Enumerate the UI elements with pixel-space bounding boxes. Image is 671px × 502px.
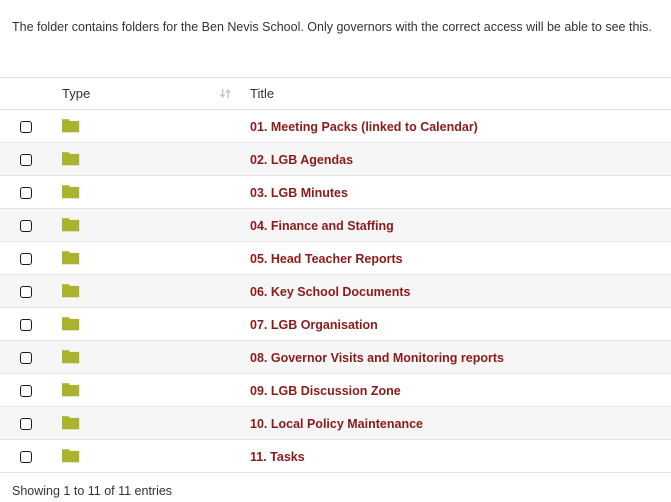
table-row[interactable]: 01. Meeting Packs (linked to Calendar) bbox=[0, 109, 671, 143]
row-type-cell bbox=[52, 406, 242, 440]
column-header-title-label: Title bbox=[250, 86, 275, 101]
table-row[interactable]: 02. LGB Agendas bbox=[0, 142, 671, 176]
folder-icon bbox=[62, 382, 82, 398]
row-title-cell[interactable]: 02. LGB Agendas bbox=[242, 142, 671, 176]
row-title-cell[interactable]: 06. Key School Documents bbox=[242, 274, 671, 308]
row-checkbox[interactable] bbox=[20, 418, 32, 431]
row-title-cell[interactable]: 01. Meeting Packs (linked to Calendar) bbox=[242, 109, 671, 143]
table-row[interactable]: 10. Local Policy Maintenance bbox=[0, 406, 671, 440]
table-row[interactable]: 06. Key School Documents bbox=[0, 274, 671, 308]
row-select-cell[interactable] bbox=[0, 340, 52, 374]
row-type-cell bbox=[52, 439, 242, 473]
row-title-cell[interactable]: 03. LGB Minutes bbox=[242, 175, 671, 209]
row-title-cell[interactable]: 09. LGB Discussion Zone bbox=[242, 373, 671, 407]
row-select-cell[interactable] bbox=[0, 406, 52, 440]
row-select-cell[interactable] bbox=[0, 109, 52, 143]
row-title-cell[interactable]: 10. Local Policy Maintenance bbox=[242, 406, 671, 440]
column-header-type[interactable]: Type bbox=[52, 77, 242, 110]
table-header: Type Title bbox=[0, 77, 671, 110]
column-header-select bbox=[0, 77, 52, 110]
folder-title-link[interactable]: 10. Local Policy Maintenance bbox=[250, 417, 423, 431]
datatable-container: Type Title 01. Meeting Packs (linked to … bbox=[0, 77, 671, 473]
folder-title-link[interactable]: 08. Governor Visits and Monitoring repor… bbox=[250, 351, 504, 365]
table-row[interactable]: 04. Finance and Staffing bbox=[0, 208, 671, 242]
row-checkbox[interactable] bbox=[20, 187, 32, 200]
row-type-cell bbox=[52, 274, 242, 308]
folder-title-link[interactable]: 04. Finance and Staffing bbox=[250, 219, 394, 233]
table-row[interactable]: 09. LGB Discussion Zone bbox=[0, 373, 671, 407]
row-checkbox[interactable] bbox=[20, 121, 32, 134]
folder-title-link[interactable]: 01. Meeting Packs (linked to Calendar) bbox=[250, 120, 478, 134]
folder-icon bbox=[62, 283, 82, 299]
folder-icon bbox=[62, 448, 82, 464]
row-type-cell bbox=[52, 142, 242, 176]
intro-description: The folder contains folders for the Ben … bbox=[12, 19, 652, 34]
folder-icon bbox=[62, 118, 82, 134]
folder-icon bbox=[62, 316, 82, 332]
folder-title-link[interactable]: 05. Head Teacher Reports bbox=[250, 252, 403, 266]
folder-title-link[interactable]: 03. LGB Minutes bbox=[250, 186, 348, 200]
row-type-cell bbox=[52, 208, 242, 242]
row-type-cell bbox=[52, 373, 242, 407]
row-title-cell[interactable]: 08. Governor Visits and Monitoring repor… bbox=[242, 340, 671, 374]
table-header-row: Type Title bbox=[0, 77, 671, 110]
row-checkbox[interactable] bbox=[20, 286, 32, 299]
column-header-title[interactable]: Title bbox=[242, 77, 671, 110]
row-type-cell bbox=[52, 175, 242, 209]
row-select-cell[interactable] bbox=[0, 307, 52, 341]
folders-table: Type Title 01. Meeting Packs (linked to … bbox=[0, 77, 671, 473]
row-select-cell[interactable] bbox=[0, 274, 52, 308]
folder-icon bbox=[62, 184, 82, 200]
table-info: Showing 1 to 11 of 11 entries bbox=[12, 484, 173, 498]
folder-icon bbox=[62, 349, 82, 365]
row-checkbox[interactable] bbox=[20, 154, 32, 167]
folder-icon bbox=[62, 250, 82, 266]
row-title-cell[interactable]: 05. Head Teacher Reports bbox=[242, 241, 671, 275]
row-title-cell[interactable]: 07. LGB Organisation bbox=[242, 307, 671, 341]
row-title-cell[interactable]: 11. Tasks bbox=[242, 439, 671, 473]
table-body: 01. Meeting Packs (linked to Calendar) 02… bbox=[0, 109, 671, 473]
table-row[interactable]: 05. Head Teacher Reports bbox=[0, 241, 671, 275]
row-checkbox[interactable] bbox=[20, 352, 32, 365]
table-row[interactable]: 11. Tasks bbox=[0, 439, 671, 473]
row-select-cell[interactable] bbox=[0, 175, 52, 209]
row-select-cell[interactable] bbox=[0, 439, 52, 473]
folder-title-link[interactable]: 07. LGB Organisation bbox=[250, 318, 378, 332]
table-row[interactable]: 07. LGB Organisation bbox=[0, 307, 671, 341]
folder-icon bbox=[62, 151, 82, 167]
row-checkbox[interactable] bbox=[20, 385, 32, 398]
row-type-cell bbox=[52, 340, 242, 374]
folder-icon bbox=[62, 415, 82, 431]
row-select-cell[interactable] bbox=[0, 241, 52, 275]
column-header-type-label: Type bbox=[62, 86, 91, 101]
row-checkbox[interactable] bbox=[20, 253, 32, 266]
folder-listing-page: The folder contains folders for the Ben … bbox=[0, 0, 671, 502]
row-type-cell bbox=[52, 307, 242, 341]
row-select-cell[interactable] bbox=[0, 142, 52, 176]
row-checkbox[interactable] bbox=[20, 220, 32, 233]
folder-title-link[interactable]: 02. LGB Agendas bbox=[250, 153, 353, 167]
row-type-cell bbox=[52, 109, 242, 143]
table-row[interactable]: 08. Governor Visits and Monitoring repor… bbox=[0, 340, 671, 374]
sort-both-icon[interactable] bbox=[219, 87, 232, 100]
folder-title-link[interactable]: 06. Key School Documents bbox=[250, 285, 410, 299]
row-checkbox[interactable] bbox=[20, 451, 32, 464]
folder-icon bbox=[62, 217, 82, 233]
row-type-cell bbox=[52, 241, 242, 275]
row-select-cell[interactable] bbox=[0, 208, 52, 242]
row-select-cell[interactable] bbox=[0, 373, 52, 407]
folder-title-link[interactable]: 11. Tasks bbox=[250, 450, 305, 464]
row-title-cell[interactable]: 04. Finance and Staffing bbox=[242, 208, 671, 242]
table-row[interactable]: 03. LGB Minutes bbox=[0, 175, 671, 209]
folder-title-link[interactable]: 09. LGB Discussion Zone bbox=[250, 384, 401, 398]
row-checkbox[interactable] bbox=[20, 319, 32, 332]
